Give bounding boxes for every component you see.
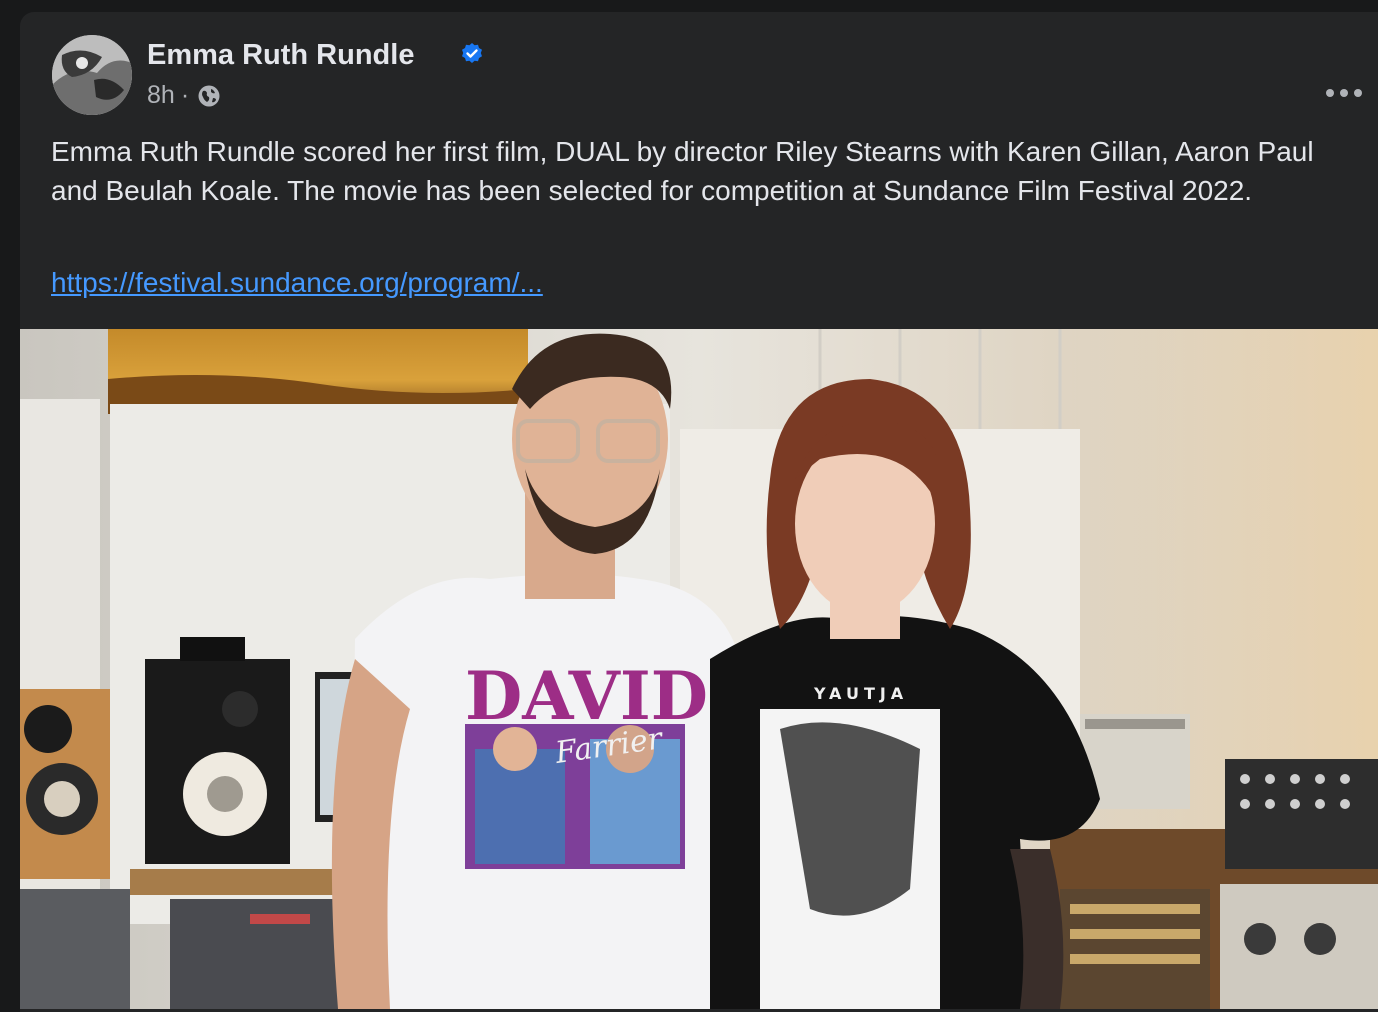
more-options-icon[interactable] [1324,79,1364,107]
avatar-image [52,35,132,115]
verified-badge-icon [462,43,482,63]
meta-separator: · [180,81,190,109]
post-meta: 8h · [147,81,221,110]
post-body-text: Emma Ruth Rundle scored her first film, … [51,136,1314,206]
globe-icon[interactable] [197,84,221,108]
post-photo[interactable]: DAVID Farrier YAUTJA [20,329,1378,1009]
post-timestamp[interactable]: 8h [147,81,175,110]
post-header: Emma Ruth Rundle 8h · [52,35,1362,115]
photo-illustration: DAVID Farrier YAUTJA [20,329,1378,1009]
shirt-text-david: DAVID [465,657,708,735]
author-avatar[interactable] [52,35,132,115]
author-name[interactable]: Emma Ruth Rundle [147,39,414,72]
post-link[interactable]: https://festival.sundance.org/program/..… [51,267,543,299]
shirt-text-yautja: YAUTJA [813,684,908,703]
post-card: Emma Ruth Rundle 8h · Emma Ruth Rundle s… [20,12,1378,1012]
